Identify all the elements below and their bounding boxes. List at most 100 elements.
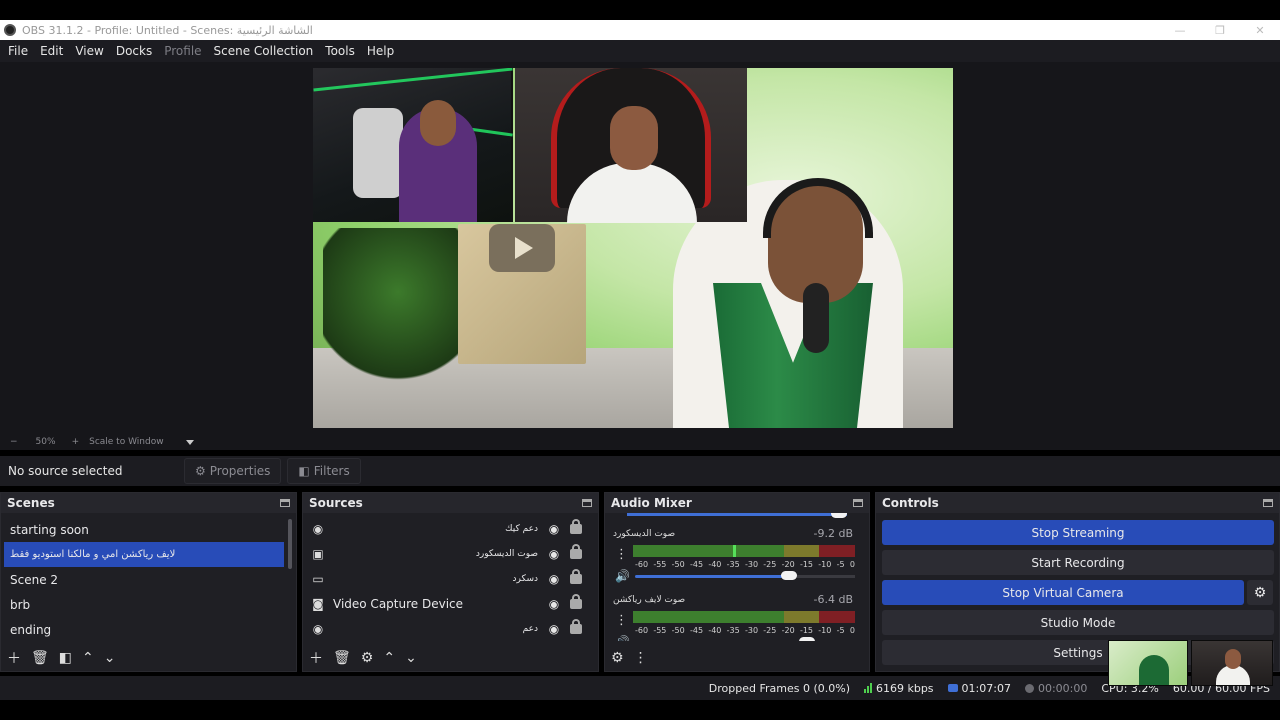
kebab-menu-icon[interactable]: ⋮ — [615, 547, 628, 562]
restore-icon[interactable]: ❐ — [1200, 20, 1240, 40]
chevron-down-icon[interactable] — [185, 439, 194, 445]
trash-icon[interactable]: 🗑 — [31, 650, 49, 666]
scene-list: starting soon لايف رياكشن امي و مالكنا ا… — [1, 513, 296, 642]
trash-icon[interactable]: 🗑 — [333, 650, 351, 666]
person-image — [1139, 655, 1169, 685]
source-item[interactable]: ◙ Video Capture Device ◉ — [309, 591, 590, 616]
play-icon — [489, 224, 555, 272]
eye-icon[interactable]: ◉ — [546, 597, 562, 611]
scene-item[interactable]: starting soon — [4, 517, 284, 542]
menu-tools[interactable]: Tools — [319, 44, 361, 58]
microphone-image — [803, 283, 829, 353]
meter-ticks: -60 -55 -50 -45 -40 -35 -30 -25 -20 -15 -10 -5 0 — [635, 626, 855, 635]
live-icon — [947, 684, 958, 692]
sources-dock: Sources ◉ دعم كيك ◉ ▣ صوت الديسكورد ◉ ▭ … — [302, 492, 599, 672]
volume-slider[interactable] — [627, 513, 847, 518]
lock-icon[interactable] — [570, 568, 582, 584]
source-toolbar: No source selected ⚙ Properties ◧ Filter… — [0, 456, 1280, 486]
chair-image — [353, 108, 403, 198]
dock-header: Audio Mixer — [605, 493, 869, 513]
lock-icon[interactable] — [570, 543, 582, 559]
meter-tick: -40 — [708, 626, 722, 635]
undock-icon[interactable] — [582, 499, 592, 507]
menu-docks[interactable]: Docks — [110, 44, 158, 58]
undock-icon[interactable] — [1263, 499, 1273, 507]
add-icon[interactable]: ＋ — [7, 648, 21, 668]
zoom-percent: 50% — [35, 437, 56, 447]
undock-icon[interactable] — [853, 499, 863, 507]
menu-help[interactable]: Help — [361, 44, 400, 58]
menu-file[interactable]: File — [2, 44, 34, 58]
studio-mode-button[interactable]: Studio Mode — [882, 610, 1274, 635]
move-up-icon[interactable]: ⌃ — [82, 650, 94, 666]
zoom-out-button[interactable]: − — [10, 437, 18, 447]
kebab-menu-icon[interactable]: ⋮ — [634, 650, 648, 666]
move-down-icon[interactable]: ⌄ — [104, 650, 116, 666]
scene-item[interactable]: Scene 2 — [4, 567, 284, 592]
source-item[interactable]: ▭ دسكرد ◉ — [309, 566, 590, 591]
eye-icon[interactable]: ◉ — [546, 572, 562, 586]
source-label: دعم — [522, 623, 538, 634]
window-titlebar: OBS 31.1.2 - Profile: Untitled - Scenes:… — [0, 20, 1280, 40]
dock-header: Scenes — [1, 493, 296, 513]
zoom-in-button[interactable]: + — [72, 437, 80, 447]
minimize-icon[interactable]: — — [1160, 20, 1200, 40]
mixer-settings-icon[interactable]: ⚙ — [611, 650, 624, 666]
channel-db: -9.2 dB — [813, 527, 854, 540]
dock-header: Sources — [303, 493, 598, 513]
scene-item[interactable]: ending — [4, 617, 284, 642]
lock-icon[interactable] — [570, 593, 582, 609]
eye-icon[interactable]: ◉ — [546, 622, 562, 636]
menu-view[interactable]: View — [69, 44, 109, 58]
menu-profile[interactable]: Profile — [158, 44, 207, 58]
menu-edit[interactable]: Edit — [34, 44, 69, 58]
slider-knob[interactable] — [798, 637, 815, 641]
lock-icon[interactable] — [570, 618, 582, 634]
virtual-camera-settings-icon[interactable]: ⚙ — [1247, 580, 1273, 605]
mixer-title: Audio Mixer — [611, 496, 692, 510]
source-item[interactable]: ◉ دعم كيك ◉ — [309, 516, 590, 541]
move-down-icon[interactable]: ⌄ — [405, 650, 417, 666]
scale-mode[interactable]: Scale to Window — [89, 437, 163, 447]
face-image — [1225, 649, 1241, 669]
add-icon[interactable]: ＋ — [309, 648, 323, 668]
gear-icon[interactable]: ⚙ — [361, 650, 374, 666]
scene-item-selected[interactable]: لايف رياكشن امي و مالكنا استوديو فقط — [4, 542, 284, 567]
source-item[interactable]: ◉ دعم ◉ — [309, 616, 590, 641]
slider-knob[interactable] — [781, 571, 797, 580]
eye-icon[interactable]: ◉ — [546, 547, 562, 561]
slider-knob[interactable] — [831, 513, 847, 518]
close-icon[interactable]: ✕ — [1240, 20, 1280, 40]
meter-ticks: -60 -55 -50 -45 -40 -35 -30 -25 -20 -15 -10 -5 0 — [635, 560, 855, 569]
meter-tick: -50 — [671, 626, 685, 635]
source-item[interactable]: ▣ صوت الديسكورد ◉ — [309, 541, 590, 566]
move-up-icon[interactable]: ⌃ — [383, 650, 395, 666]
filter-icon: ◧ — [298, 464, 310, 478]
window-capture-icon: ▭ — [312, 571, 324, 586]
meter-tick: -60 — [635, 560, 649, 569]
start-recording-button[interactable]: Start Recording — [882, 550, 1274, 575]
stop-streaming-button[interactable]: Stop Streaming — [882, 520, 1274, 545]
plant-image — [323, 228, 473, 388]
eye-icon[interactable]: ◉ — [546, 522, 562, 536]
volume-slider[interactable] — [635, 571, 855, 580]
speaker-icon[interactable]: 🔊 — [615, 569, 630, 583]
filter-icon[interactable]: ◧ — [59, 650, 72, 666]
obs-logo-icon — [4, 24, 16, 36]
undock-icon[interactable] — [280, 499, 290, 507]
meter-tick: -45 — [689, 560, 704, 569]
scene-item[interactable]: brb — [4, 592, 284, 617]
kebab-menu-icon[interactable]: ⋮ — [615, 613, 628, 628]
scrollbar[interactable] — [288, 519, 292, 569]
program-preview[interactable] — [313, 68, 953, 428]
meter-tick: -5 — [836, 560, 845, 569]
properties-button[interactable]: ⚙ Properties — [184, 458, 282, 484]
lock-icon[interactable] — [570, 518, 582, 534]
preview-zoom-bar: − 50% + Scale to Window — [0, 434, 1280, 450]
channel-name: صوت الديسكورد — [613, 529, 676, 539]
mixer-channels: صوت الديسكورد -9.2 dB ⋮ -60 -55 -50 -45 -40-… — [605, 513, 869, 641]
speaker-icon[interactable]: 🔊 — [615, 635, 630, 641]
filters-button[interactable]: ◧ Filters — [287, 458, 361, 484]
menu-scene-collection[interactable]: Scene Collection — [208, 44, 320, 58]
stop-virtual-camera-button[interactable]: Stop Virtual Camera — [882, 580, 1244, 605]
